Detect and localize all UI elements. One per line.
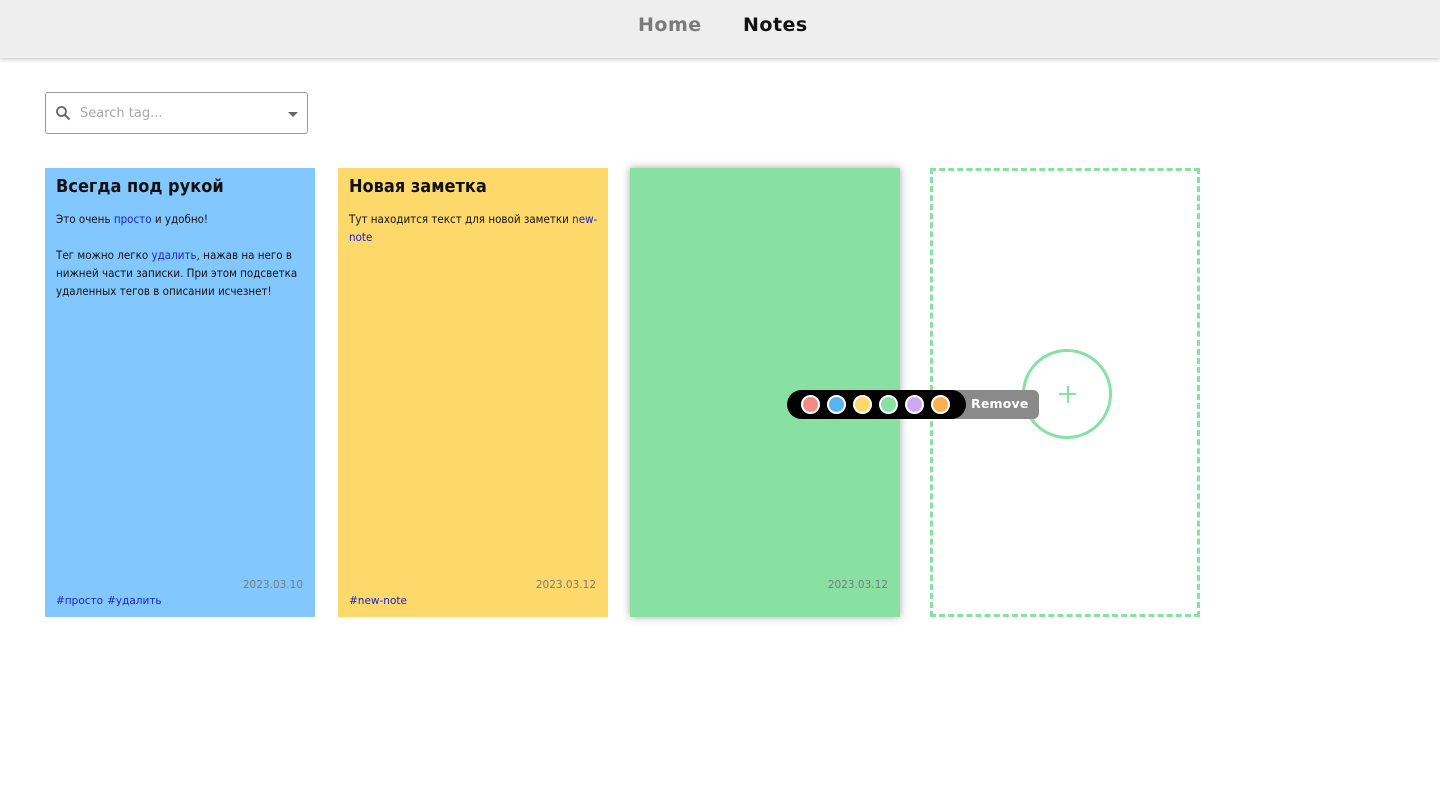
note-tags: #просто #удалить (56, 595, 166, 607)
tag-chip[interactable]: #просто (56, 595, 103, 607)
note-card[interactable]: Новая заметка Тут находится текст для но… (338, 168, 608, 617)
note-title: Всегда под рукой (56, 176, 224, 197)
note-date: 2023.03.12 (535, 579, 596, 591)
note-date: 2023.03.10 (242, 579, 303, 591)
note-paragraph: Тут находится текст для новой заметки ne… (349, 212, 598, 244)
color-swatch-purple[interactable] (905, 395, 924, 414)
note-body[interactable]: Это очень просто и удобно! Тег можно лег… (56, 210, 308, 318)
tag-chip[interactable]: #удалить (107, 595, 162, 607)
color-swatch-orange[interactable] (931, 395, 950, 414)
color-palette (787, 390, 966, 419)
color-swatch-blue[interactable] (827, 395, 846, 414)
top-navigation-bar: Home Notes (0, 0, 1440, 58)
tag-search-box[interactable] (45, 92, 308, 134)
note-paragraph: Тег можно легко удалить, нажав на него в… (56, 248, 298, 298)
note-date: 2023.03.12 (827, 579, 888, 591)
search-input[interactable] (80, 101, 270, 125)
note-title: Новая заметка (349, 176, 487, 197)
search-icon (56, 106, 71, 121)
color-swatch-green[interactable] (879, 395, 898, 414)
note-body[interactable]: Тут находится текст для новой заметки ne… (349, 210, 601, 264)
color-swatch-red[interactable] (801, 395, 820, 414)
tag-highlight: удалить (151, 248, 197, 262)
remove-label: Remove (971, 396, 1029, 411)
note-card[interactable]: Всегда под рукой Это очень просто и удоб… (45, 168, 315, 617)
color-swatch-yellow[interactable] (853, 395, 872, 414)
chevron-down-icon[interactable] (288, 112, 298, 117)
note-tags: #new-note (349, 595, 411, 607)
note-paragraph: Это очень просто и удобно! (56, 212, 209, 226)
nav-link-notes[interactable]: Notes (743, 14, 808, 36)
tag-chip[interactable]: #new-note (349, 595, 407, 607)
tag-highlight: просто (113, 212, 152, 226)
nav-link-home[interactable]: Home (638, 14, 702, 36)
